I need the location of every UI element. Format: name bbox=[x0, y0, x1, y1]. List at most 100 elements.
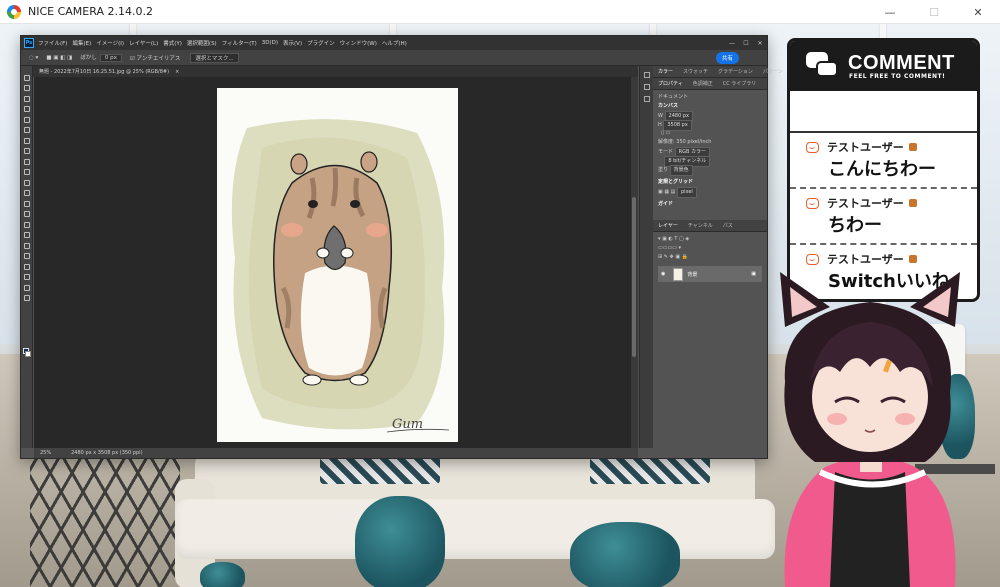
layer-background-row[interactable]: ◉ 背景 ▣ bbox=[658, 266, 762, 282]
menu-layer[interactable]: レイヤー(L) bbox=[129, 39, 158, 47]
stamp-tool-icon[interactable] bbox=[23, 169, 30, 175]
teal-vase bbox=[570, 522, 680, 587]
ps-maximize-button[interactable]: ☐ bbox=[739, 40, 753, 47]
menu-view[interactable]: 表示(V) bbox=[283, 39, 302, 47]
canvas-section-header[interactable]: カンバス bbox=[658, 102, 762, 111]
document-tab-bar: 無題 - 2022年7月10日 16.25.51.jpg @ 25% (RGB/… bbox=[33, 66, 638, 77]
document-tab[interactable]: 無題 - 2022年7月10日 16.25.51.jpg @ 25% (RGB/… bbox=[33, 68, 169, 75]
user-face-icon bbox=[806, 141, 819, 153]
right-panels: カラー スウォッチ グラデーション パターン プロパティ 色調補正 CC ライブ… bbox=[653, 66, 783, 458]
marquee-tool-icon[interactable] bbox=[23, 85, 30, 91]
hand-tool-icon[interactable] bbox=[23, 274, 30, 280]
tab-patterns[interactable]: パターン bbox=[758, 68, 788, 75]
wire-chair bbox=[30, 454, 180, 587]
minimize-button[interactable]: — bbox=[868, 0, 912, 24]
blur-tool-icon[interactable] bbox=[23, 211, 30, 217]
history-brush-tool-icon[interactable] bbox=[23, 179, 30, 186]
user-face-icon bbox=[806, 197, 819, 209]
ps-toolbar bbox=[21, 66, 33, 448]
nice-camera-logo-icon bbox=[7, 4, 21, 19]
menu-select[interactable]: 選択範囲(S) bbox=[187, 39, 217, 47]
guides-header[interactable]: ガイド bbox=[658, 200, 762, 209]
shape-tool-icon[interactable] bbox=[23, 263, 30, 270]
menu-filter[interactable]: フィルター(T) bbox=[222, 39, 257, 47]
dodge-tool-icon[interactable] bbox=[23, 221, 30, 228]
type-tool-icon[interactable] bbox=[23, 242, 30, 249]
canvas-scrollbar[interactable] bbox=[631, 77, 638, 448]
menu-window[interactable]: ウィンドウ(W) bbox=[340, 39, 377, 47]
menu-3d[interactable]: 3D(D) bbox=[262, 40, 278, 46]
select-mask-button[interactable]: 選択とマスク... bbox=[190, 52, 239, 63]
zoom-level[interactable]: 25% bbox=[40, 448, 51, 458]
blur-input[interactable]: 0 px bbox=[99, 54, 122, 62]
tab-paths[interactable]: パス bbox=[718, 222, 738, 229]
ps-status-bar: 25% 2480 px x 3508 px (350 ppi) bbox=[34, 448, 638, 458]
zoom-tool-icon[interactable] bbox=[23, 284, 30, 291]
layer-name[interactable]: 背景 bbox=[687, 271, 697, 278]
adjustments-panel-icon[interactable] bbox=[643, 84, 650, 90]
badge-icon bbox=[908, 255, 917, 263]
close-tab-icon[interactable]: × bbox=[169, 69, 179, 75]
lasso-tool-icon[interactable] bbox=[23, 95, 30, 102]
antialias-checkbox[interactable]: ☑ アンチエイリアス bbox=[130, 54, 180, 62]
comment-user: テストユーザー bbox=[827, 141, 904, 154]
gradient-tool-icon[interactable] bbox=[23, 200, 30, 207]
layers-panel-tabs: レイヤー チャンネル パス bbox=[653, 220, 767, 232]
ruler-unit-select[interactable]: pixel bbox=[676, 187, 697, 198]
share-button[interactable]: 共有 bbox=[715, 51, 739, 64]
more-tools-icon[interactable] bbox=[23, 295, 30, 301]
tab-gradients[interactable]: グラデーション bbox=[713, 68, 758, 75]
tab-cc-libraries[interactable]: CC ライブラリ bbox=[718, 80, 762, 87]
ps-close-button[interactable]: ✕ bbox=[753, 40, 767, 47]
lock-row[interactable]: ⊞ ✎ ✥ ▣ 🔒 bbox=[658, 253, 762, 262]
fill-select[interactable]: 背景色 bbox=[669, 165, 693, 176]
properties-panel: ドキュメント カンバス W 2480 px H 3508 px ▯ ▭ 解像度:… bbox=[653, 90, 767, 212]
menu-type[interactable]: 書式(Y) bbox=[163, 39, 182, 47]
libraries-panel-icon[interactable] bbox=[643, 96, 650, 102]
tab-properties[interactable]: プロパティ bbox=[653, 80, 688, 87]
menu-edit[interactable]: 編集(E) bbox=[72, 39, 91, 47]
menu-image[interactable]: イメージ(I) bbox=[96, 39, 124, 47]
menu-help[interactable]: ヘルプ(H) bbox=[382, 39, 407, 47]
rulers-grid-header[interactable]: 定規とグリッド bbox=[658, 178, 762, 187]
color-panel-tabs: カラー スウォッチ グラデーション パターン bbox=[653, 66, 783, 78]
ps-options-bar: ◌ ▾ ■ ▣ ◧ ◨ ぼかし 0 px ☑ アンチエイリアス 選択とマスク...… bbox=[21, 50, 767, 66]
blend-mode-row[interactable]: ▭▭▭▭ ▾ bbox=[658, 244, 762, 253]
comment-text: ちわー bbox=[828, 215, 882, 236]
ps-minimize-button[interactable]: — bbox=[725, 40, 739, 47]
teal-vase bbox=[355, 496, 445, 587]
healing-tool-icon[interactable] bbox=[23, 148, 30, 154]
menu-file[interactable]: ファイル(F) bbox=[38, 39, 67, 47]
eraser-tool-icon[interactable] bbox=[23, 190, 30, 196]
pen-tool-icon[interactable] bbox=[23, 232, 30, 238]
tab-layers[interactable]: レイヤー bbox=[653, 222, 683, 229]
eyedropper-tool-icon[interactable] bbox=[23, 137, 30, 144]
tab-adjustments[interactable]: 色調補正 bbox=[688, 80, 718, 87]
close-button[interactable]: ✕ bbox=[956, 0, 1000, 24]
app-title: NICE CAMERA 2.14.0.2 bbox=[28, 5, 153, 18]
background-color-swatch[interactable] bbox=[25, 351, 31, 357]
properties-panel-tabs: プロパティ 色調補正 CC ライブラリ bbox=[653, 78, 767, 90]
lock-icon: ▣ bbox=[751, 271, 756, 277]
panel-icon-strip bbox=[639, 66, 653, 448]
comment-title: COMMENT bbox=[848, 51, 955, 74]
lasso-tool-icon[interactable]: ◌ ▾ bbox=[29, 55, 38, 61]
ps-menubar: Ps ファイル(F) 編集(E) イメージ(I) レイヤー(L) 書式(Y) 選… bbox=[21, 36, 767, 50]
tab-channels[interactable]: チャンネル bbox=[683, 222, 718, 229]
menu-plugins[interactable]: プラグイン bbox=[307, 39, 335, 47]
layer-filter-row[interactable]: ▾ ▣ ◐ T ▢ ◈ bbox=[658, 235, 762, 244]
frame-tool-icon[interactable] bbox=[23, 127, 30, 133]
move-tool-icon[interactable] bbox=[23, 74, 30, 81]
tab-swatches[interactable]: スウォッチ bbox=[678, 68, 713, 75]
maximize-button[interactable]: ☐ bbox=[912, 0, 956, 24]
visibility-eye-icon[interactable]: ◉ bbox=[661, 271, 665, 277]
brush-tool-icon[interactable] bbox=[23, 158, 30, 165]
path-select-tool-icon[interactable] bbox=[23, 253, 30, 259]
artwork-canvas[interactable]: Gum bbox=[217, 88, 458, 442]
comment-widget: COMMENT FEEL FREE TO COMMENT! テストユーザー こん… bbox=[787, 38, 980, 302]
crop-tool-icon[interactable] bbox=[23, 116, 30, 123]
selection-mode-icons[interactable]: ■ ▣ ◧ ◨ bbox=[46, 55, 72, 61]
history-panel-icon[interactable] bbox=[643, 72, 650, 78]
quick-select-tool-icon[interactable] bbox=[23, 106, 30, 112]
tab-color[interactable]: カラー bbox=[653, 68, 678, 75]
